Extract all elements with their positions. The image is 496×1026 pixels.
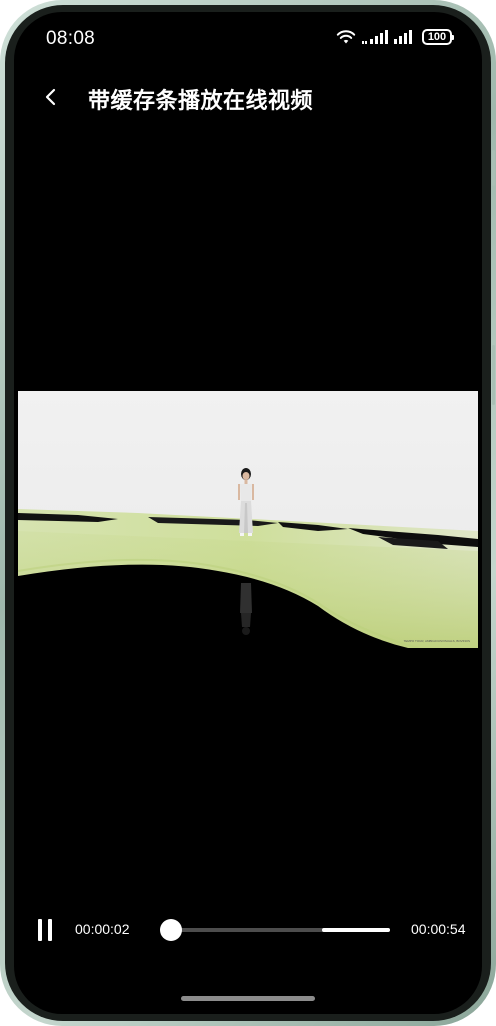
status-bar: 08:08 100	[14, 12, 482, 66]
home-indicator[interactable]	[181, 996, 315, 1001]
chevron-left-icon	[45, 88, 56, 106]
page-title: 带缓存条播放在线视频	[88, 88, 314, 113]
header: 带缓存条播放在线视频	[14, 72, 482, 122]
signal-icon	[394, 30, 412, 44]
power-button	[492, 345, 495, 405]
volume-button	[492, 150, 495, 186]
video-player[interactable]: TEMPO TOUR, AMBIGIOUSVISUALS, BOVINOS	[18, 391, 478, 648]
progress-thumb[interactable]	[160, 919, 183, 941]
back-button[interactable]	[36, 82, 66, 112]
battery-icon: 100	[422, 29, 454, 45]
progress-bar[interactable]	[160, 919, 390, 941]
current-time: 00:00:02	[75, 921, 130, 937]
wifi-icon	[336, 30, 356, 44]
signal-icon	[362, 30, 388, 44]
status-time: 08:08	[46, 28, 96, 49]
screen: 08:08 100 带缓存条播放在线视频 TEMPO TOUR, AMBIGIO…	[14, 12, 482, 1014]
player-controls: 00:00:02 00:00:54	[14, 910, 482, 950]
video-caption: TEMPO TOUR, AMBIGIOUSVISUALS, BOVINOS	[404, 639, 470, 643]
total-time: 00:00:54	[411, 921, 466, 937]
battery-level: 100	[427, 30, 447, 43]
phone-frame: 08:08 100 带缓存条播放在线视频 TEMPO TOUR, AMBIGIO…	[0, 0, 496, 1026]
pause-button[interactable]	[34, 915, 58, 945]
status-icons: 100	[336, 29, 454, 45]
video-frame: TEMPO TOUR, AMBIGIOUSVISUALS, BOVINOS	[18, 391, 478, 648]
buffer-bar	[321, 928, 390, 932]
